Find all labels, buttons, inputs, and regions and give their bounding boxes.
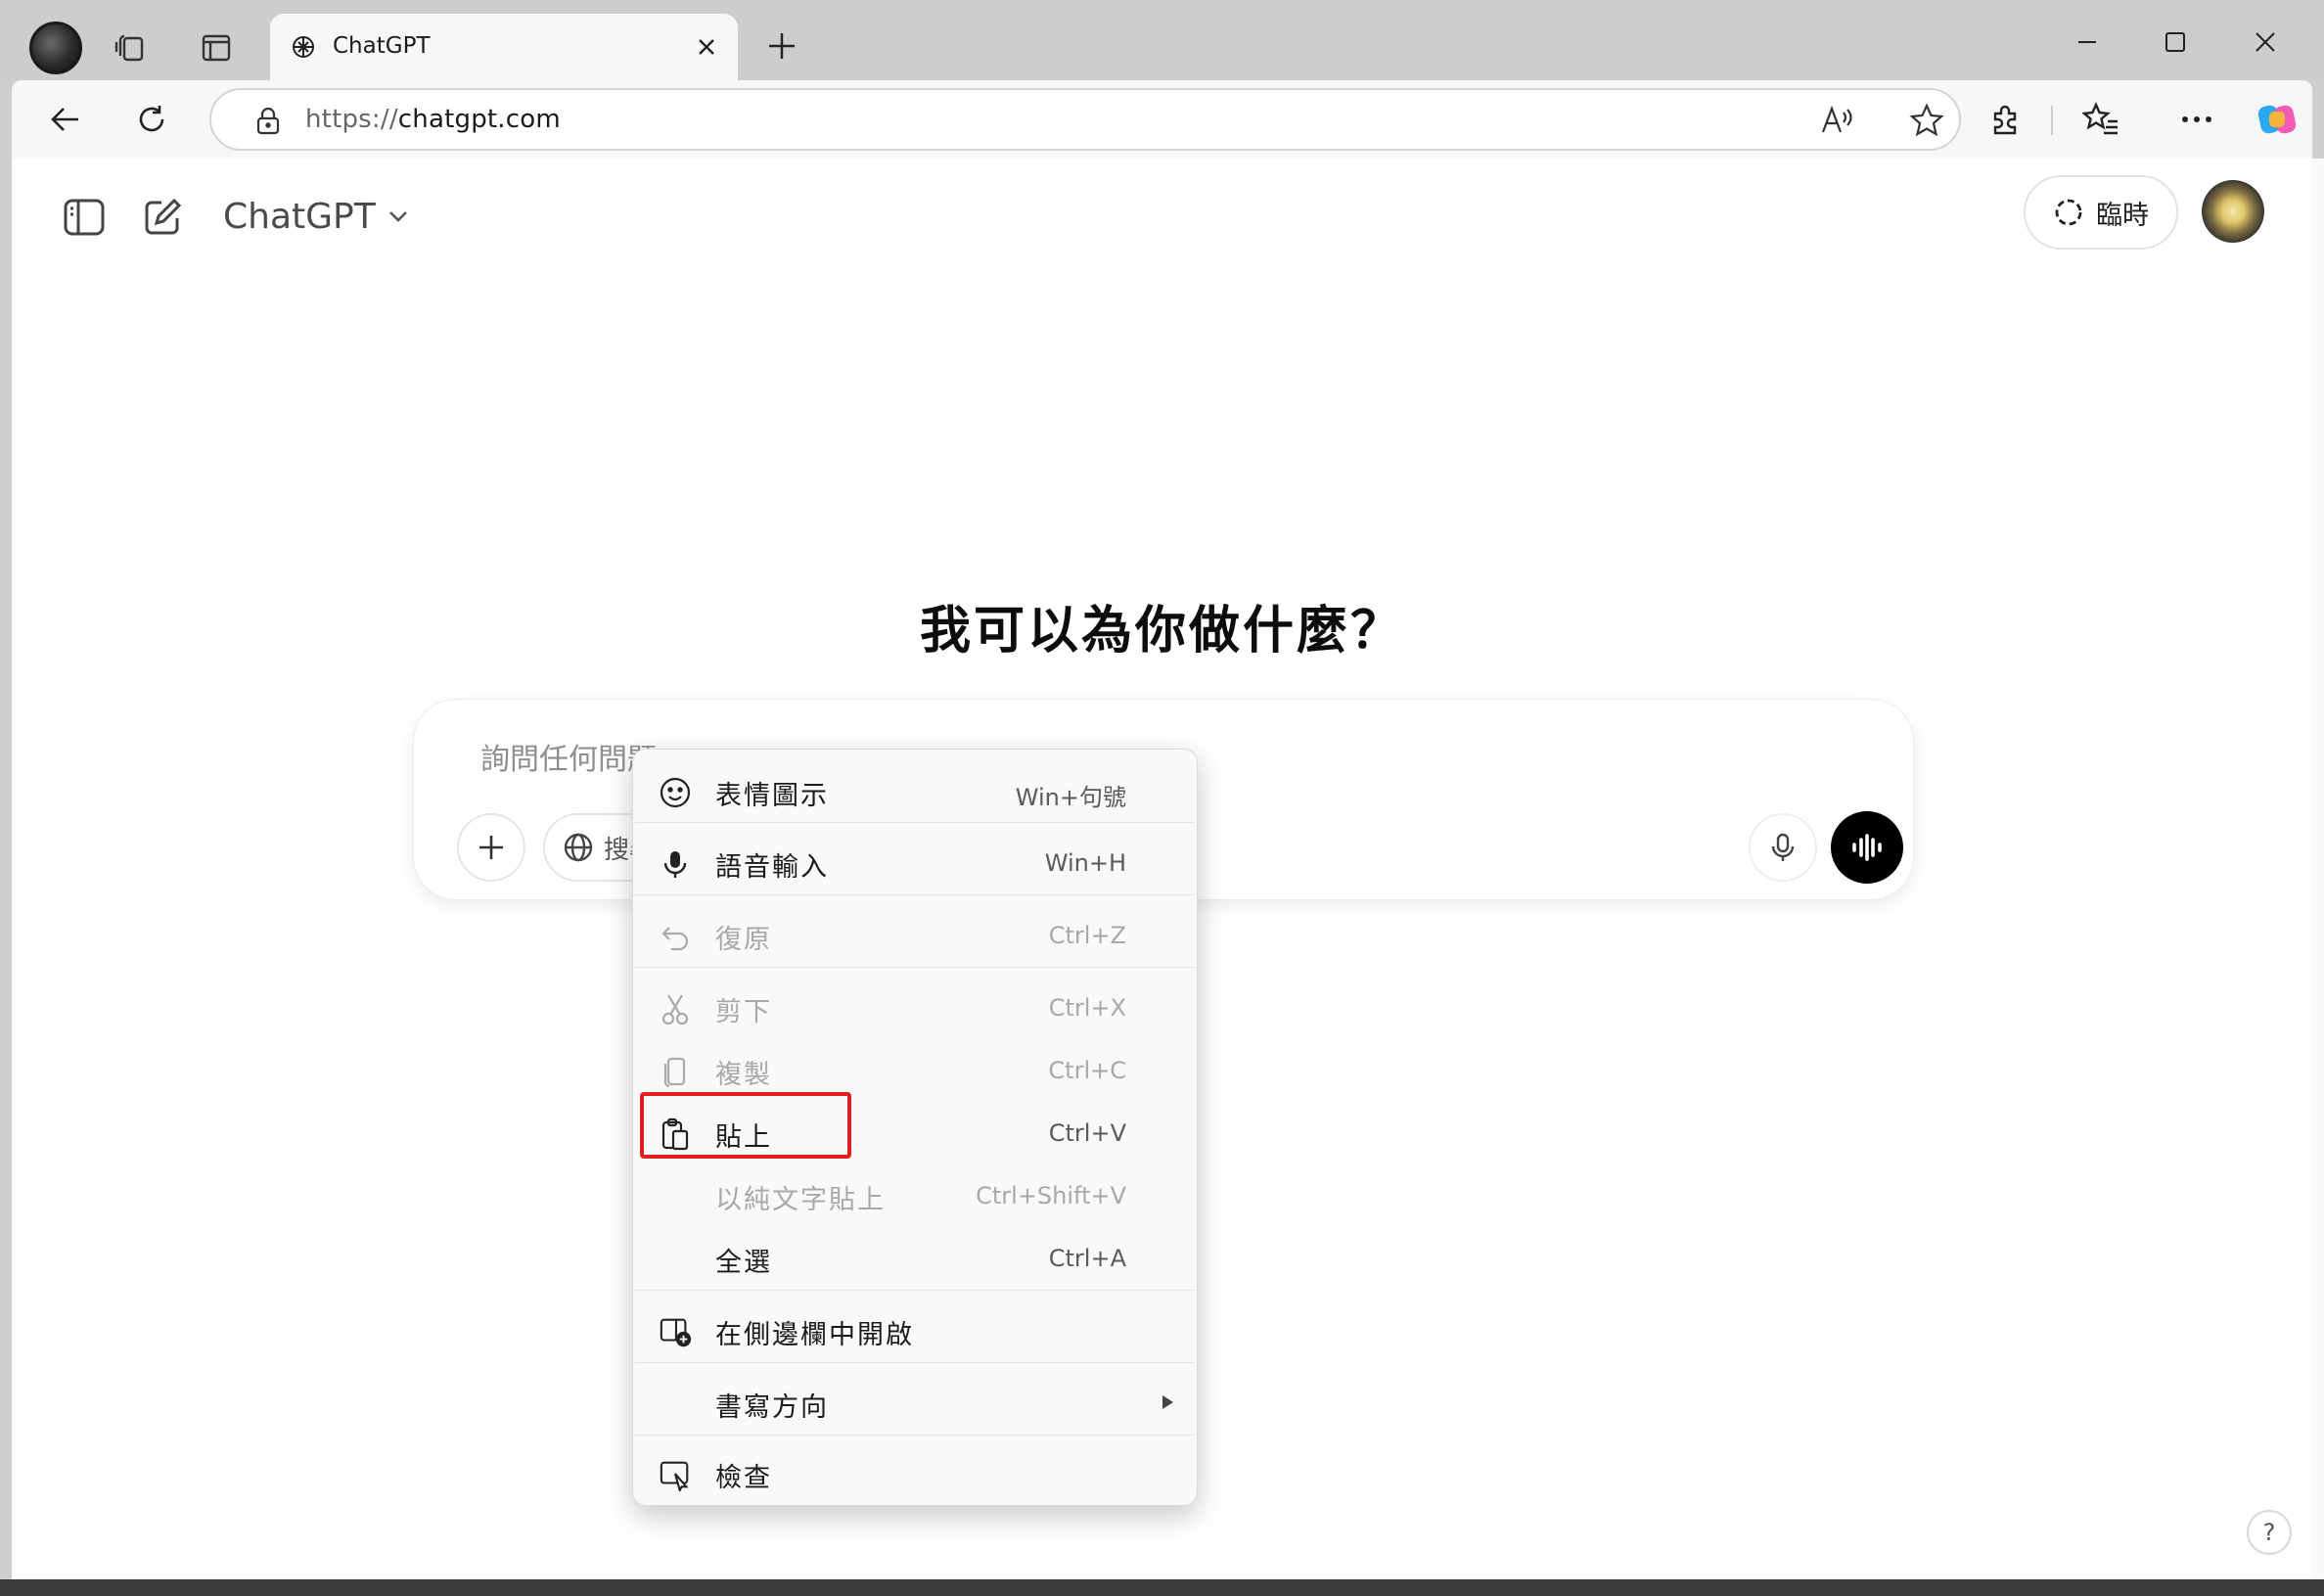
vertical-tabs-icon[interactable] [194, 25, 239, 70]
menu-item-paste-plain-text[interactable]: 以純文字貼上 Ctrl+Shift+V [633, 1164, 1197, 1227]
inspect-icon [659, 1458, 692, 1491]
workspaces-icon[interactable] [110, 25, 155, 70]
menu-item-shortcut: Ctrl+X [1048, 994, 1126, 1022]
favorite-star-icon[interactable] [1902, 96, 1951, 145]
tab-strip: ChatGPT [0, 0, 2324, 80]
chevron-down-icon [388, 211, 407, 222]
menu-item-emoji[interactable]: 表情圖示 Win+句號 [633, 760, 1197, 823]
read-aloud-icon[interactable] [1812, 96, 1861, 145]
minimize-button[interactable] [2065, 20, 2110, 65]
url-protocol: https:// [305, 105, 398, 134]
temporary-chat-label: 臨時 [2096, 200, 2149, 231]
close-tab-icon[interactable] [689, 29, 724, 65]
menu-item-label: 復原 [715, 925, 772, 955]
menu-item-shortcut: Ctrl+A [1048, 1245, 1126, 1272]
temporary-chat-icon [2055, 199, 2082, 226]
menu-item-cut[interactable]: 剪下 Ctrl+X [633, 977, 1197, 1039]
menu-item-label: 以純文字貼上 [715, 1185, 886, 1215]
browser-toolbar: https://chatgpt.com [12, 80, 2312, 159]
toolbar-divider [2051, 106, 2053, 135]
microphone-icon [659, 847, 692, 881]
sidebar-toggle-icon[interactable] [55, 188, 114, 247]
tab-chatgpt[interactable]: ChatGPT [270, 14, 738, 80]
menu-item-shortcut: Win+H [1044, 849, 1126, 877]
menu-item-label: 剪下 [715, 997, 772, 1027]
menu-item-shortcut: Ctrl+C [1048, 1057, 1126, 1084]
lock-icon[interactable] [254, 106, 284, 135]
dictate-button[interactable] [1749, 813, 1817, 882]
profile-icon[interactable] [29, 22, 82, 74]
menu-separator [635, 1435, 1195, 1436]
menu-item-shortcut: Win+句號 [1015, 784, 1126, 811]
menu-item-label: 表情圖示 [715, 781, 829, 811]
menu-item-select-all[interactable]: 全選 Ctrl+A [633, 1227, 1197, 1290]
close-window-button[interactable] [2243, 20, 2288, 65]
menu-item-open-in-sidebar[interactable]: 在側邊欄中開啟 [633, 1300, 1197, 1362]
plus-icon [479, 836, 503, 859]
undo-icon [659, 920, 692, 953]
menu-item-label: 複製 [715, 1060, 772, 1090]
globe-icon [564, 833, 593, 862]
page-headline: 我可以為你做什麼？ [919, 602, 1404, 661]
url-text[interactable]: https://chatgpt.com [305, 105, 561, 134]
menu-item-label: 全選 [715, 1248, 772, 1278]
chatgpt-favicon-icon [290, 33, 317, 61]
taskbar-edge [0, 1579, 2324, 1596]
user-avatar[interactable] [2202, 180, 2264, 243]
scissors-icon [659, 992, 692, 1026]
highlight-annotation [640, 1092, 851, 1159]
new-chat-icon[interactable] [133, 188, 192, 247]
new-tab-button[interactable] [759, 23, 804, 68]
browser-window: ChatGPT https://chatgpt.com ChatGPT 臨時 我… [0, 0, 2324, 1596]
favorites-list-icon[interactable] [2076, 95, 2125, 144]
model-name: ChatGPT [223, 196, 376, 237]
menu-item-shortcut: Ctrl+Shift+V [976, 1182, 1126, 1209]
back-button[interactable] [41, 95, 90, 144]
menu-separator [635, 894, 1195, 895]
menu-separator [635, 1362, 1195, 1363]
menu-item-shortcut: Ctrl+Z [1048, 922, 1126, 949]
menu-item-inspect[interactable]: 檢查 [633, 1442, 1197, 1505]
copilot-icon[interactable] [2253, 95, 2301, 144]
menu-item-shortcut: Ctrl+V [1048, 1119, 1126, 1147]
sidebar-open-icon [659, 1315, 692, 1348]
microphone-icon [1771, 833, 1795, 861]
menu-separator [635, 967, 1195, 968]
menu-item-voice-typing[interactable]: 語音輸入 Win+H [633, 832, 1197, 894]
extensions-icon[interactable] [1981, 95, 2029, 144]
more-options-icon[interactable] [2172, 95, 2221, 144]
maximize-button[interactable] [2153, 20, 2198, 65]
menu-item-writing-direction[interactable]: 書寫方向 [633, 1372, 1197, 1435]
menu-item-label: 在側邊欄中開啟 [715, 1320, 914, 1350]
composer-input[interactable]: 詢問任何問題 [480, 735, 657, 778]
menu-item-label: 書寫方向 [715, 1392, 829, 1423]
temporary-chat-button[interactable]: 臨時 [2024, 175, 2178, 250]
url-host: chatgpt.com [397, 105, 561, 134]
attach-button[interactable] [457, 813, 525, 882]
menu-separator [635, 1290, 1195, 1291]
menu-separator [635, 822, 1195, 823]
copy-icon [659, 1055, 692, 1088]
waveform-icon [1852, 834, 1882, 861]
menu-item-label: 語音輸入 [715, 852, 829, 883]
model-switcher[interactable]: ChatGPT [223, 192, 409, 241]
refresh-button[interactable] [127, 95, 176, 144]
voice-mode-button[interactable] [1831, 811, 1903, 884]
tab-title: ChatGPT [333, 33, 431, 59]
help-button[interactable]: ? [2247, 1510, 2292, 1555]
emoji-icon [659, 776, 692, 809]
adjacent-window-edge [2312, 159, 2324, 1579]
menu-item-label: 檢查 [715, 1463, 772, 1493]
address-bar[interactable]: https://chatgpt.com [209, 88, 1961, 151]
menu-item-undo[interactable]: 復原 Ctrl+Z [633, 904, 1197, 967]
submenu-arrow-icon [1162, 1395, 1173, 1409]
